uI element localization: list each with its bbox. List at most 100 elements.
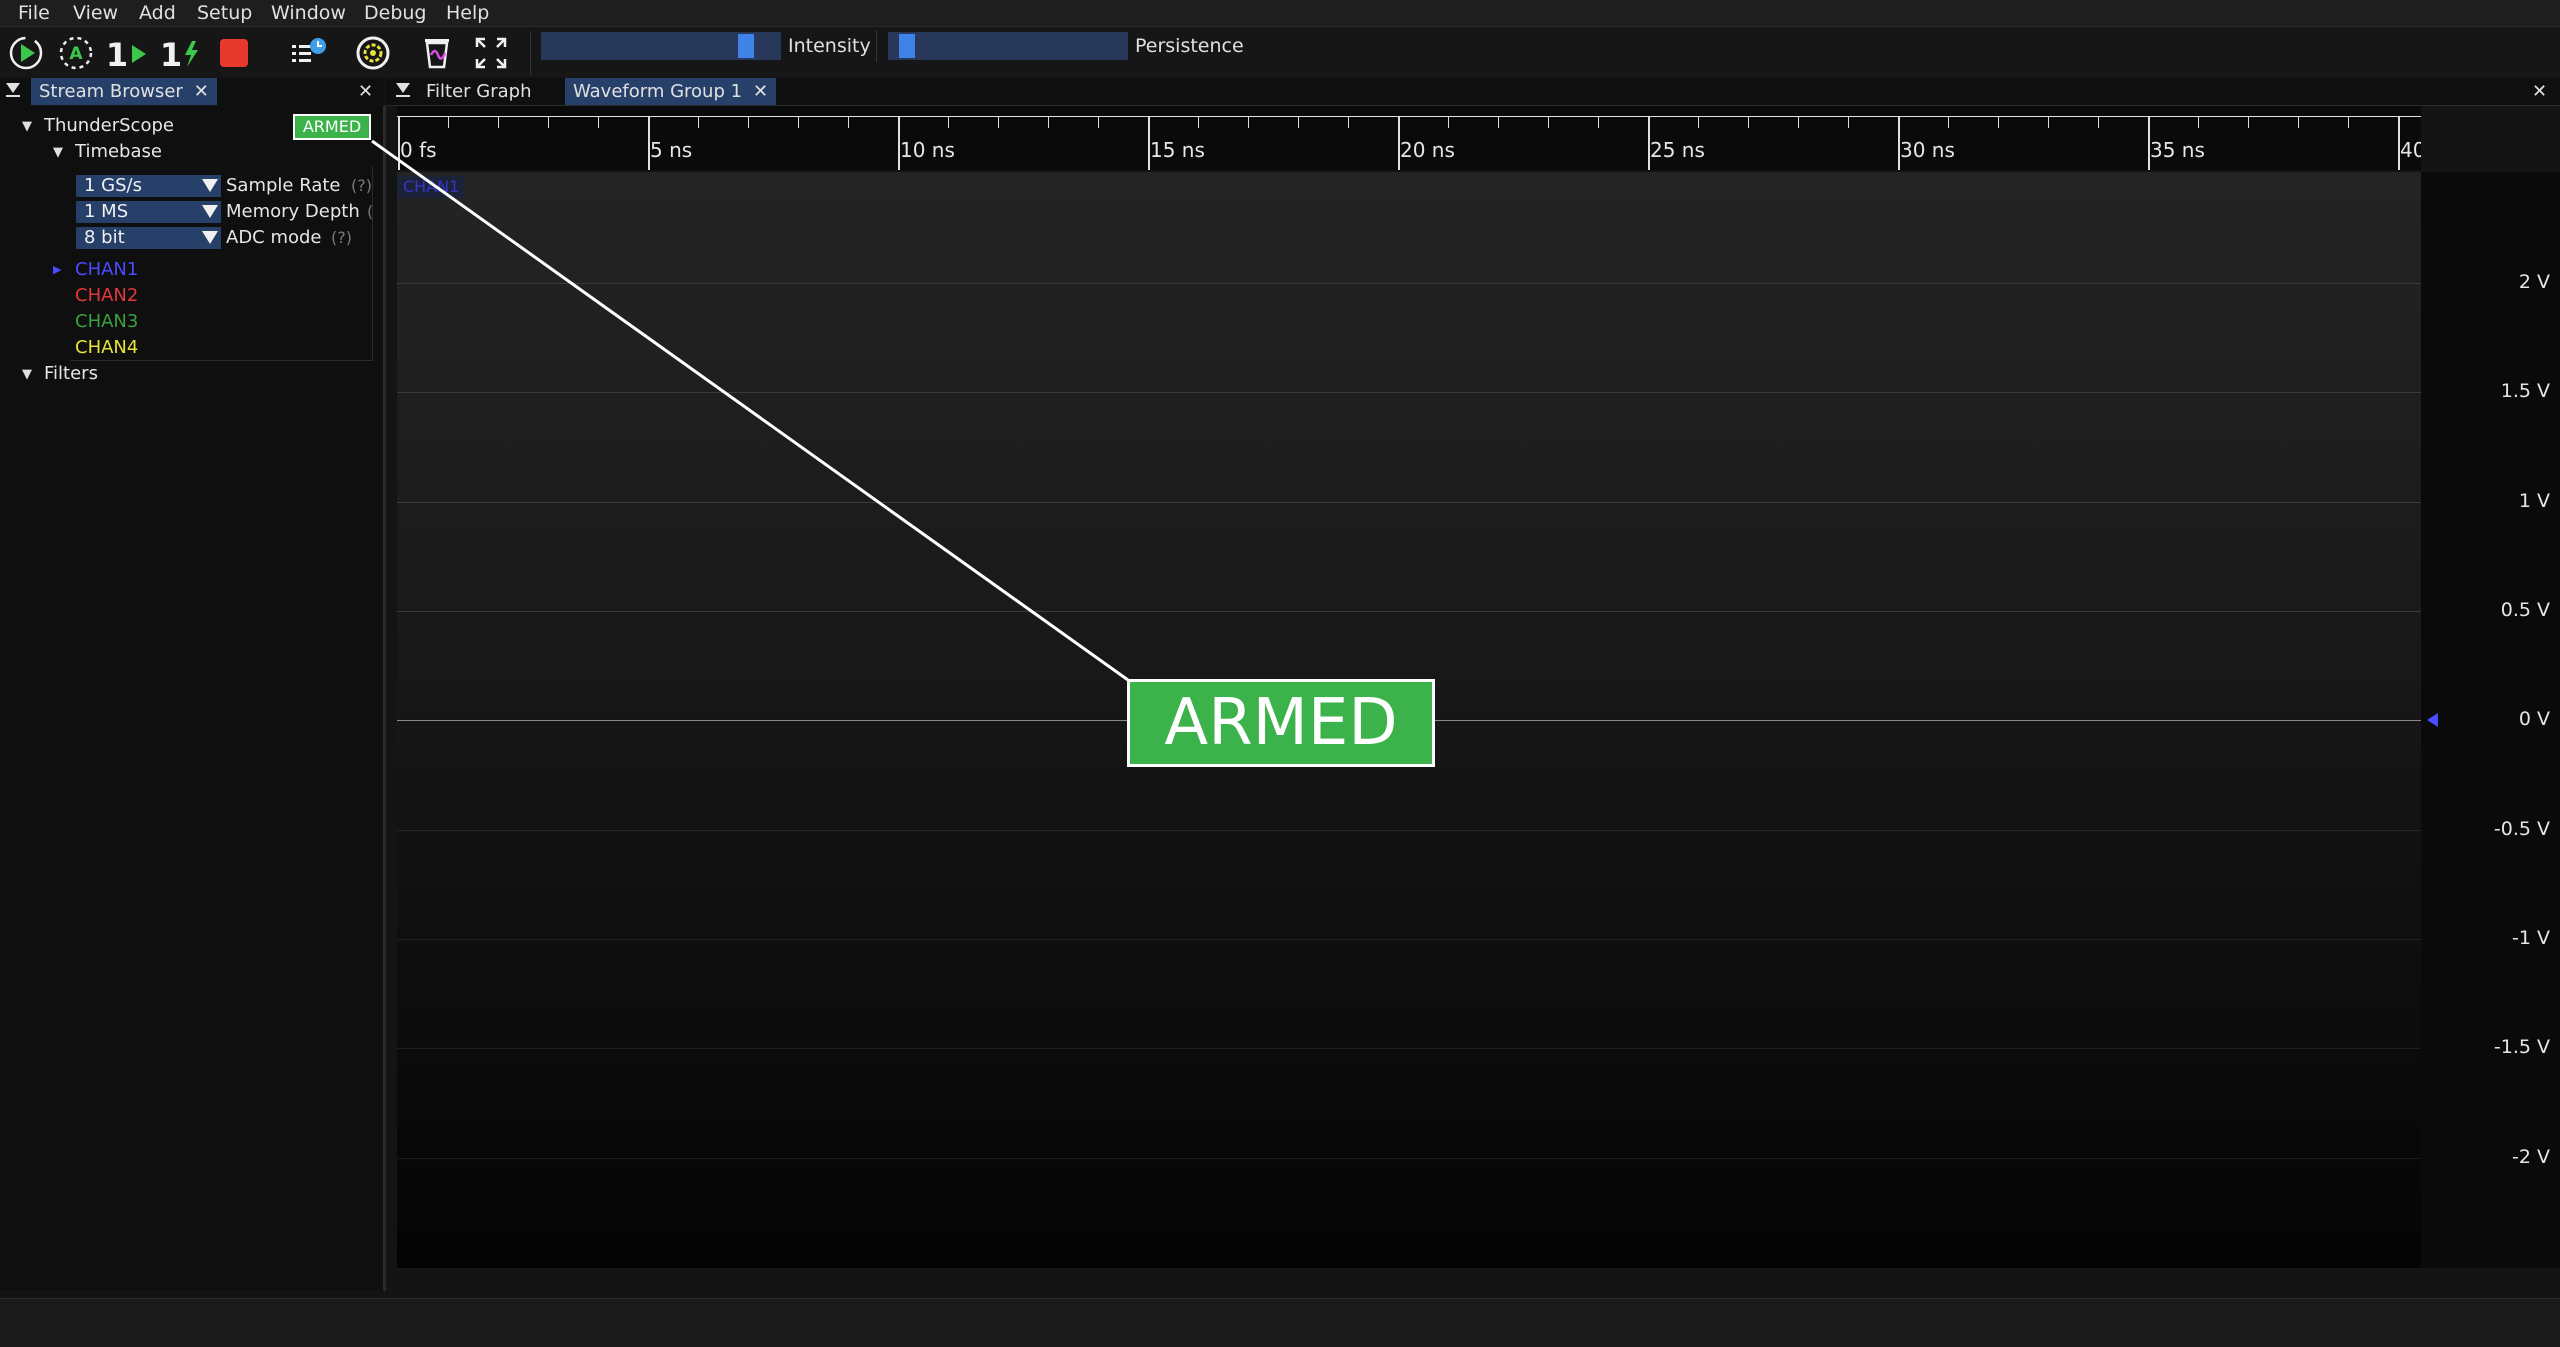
grid-line — [397, 939, 2421, 940]
persistence-slider[interactable] — [888, 32, 1128, 60]
volt-tick-label: 1 V — [2518, 490, 2550, 512]
channel-chan4[interactable]: CHAN4 — [75, 336, 138, 360]
timebase-node[interactable]: Timebase — [75, 140, 162, 164]
armed-badge: ARMED — [293, 114, 371, 140]
adc-mode-select[interactable]: 8 bit — [76, 227, 221, 249]
stop-icon — [220, 39, 248, 67]
voltage-axis[interactable]: 2 V 1.5 V 1 V 0.5 V 0 V -0.5 V -1 V -1.5… — [2421, 172, 2560, 1268]
volt-tick-label: 0 V — [2518, 708, 2550, 730]
collapse-icon[interactable]: ▼ — [22, 367, 32, 382]
memory-depth-value: 1 MS — [84, 201, 129, 222]
time-minor-tick — [2298, 116, 2299, 128]
menu-view[interactable]: View — [73, 0, 118, 26]
time-minor-tick — [1698, 116, 1699, 128]
time-minor-tick — [1048, 116, 1049, 128]
help-icon[interactable]: (?) — [331, 227, 352, 249]
toolbar-divider — [530, 31, 531, 75]
instrument-name[interactable]: ThunderScope — [44, 114, 174, 138]
time-axis-line — [397, 116, 2421, 117]
tab-filter-graph[interactable]: Filter Graph — [418, 78, 540, 105]
time-minor-tick — [548, 116, 549, 128]
time-minor-tick — [1948, 116, 1949, 128]
close-icon[interactable]: ✕ — [194, 78, 209, 105]
armed-overlay: ARMED — [1127, 679, 1435, 767]
sample-rate-select[interactable]: 1 GS/s — [76, 175, 221, 197]
time-minor-tick — [1548, 116, 1549, 128]
svg-text:A: A — [69, 44, 83, 64]
tab-menu-icon[interactable] — [6, 83, 20, 93]
time-minor-tick — [948, 116, 949, 128]
force-trigger-button[interactable]: 1 — [158, 27, 208, 79]
close-panel-icon[interactable]: ✕ — [358, 78, 373, 105]
time-minor-tick — [498, 116, 499, 128]
grid-line — [397, 1158, 2421, 1159]
history-icon — [292, 38, 326, 62]
time-minor-tick — [1098, 116, 1099, 128]
gear-icon — [356, 36, 390, 70]
panel-splitter[interactable] — [383, 106, 386, 1291]
auto-trigger-button[interactable]: A — [54, 27, 98, 79]
run-trigger-button[interactable] — [4, 27, 48, 79]
help-icon[interactable]: (?) — [351, 175, 372, 197]
filters-node[interactable]: Filters — [44, 362, 98, 386]
channel-chan1[interactable]: CHAN1 — [75, 258, 138, 282]
grid-line — [397, 283, 2421, 284]
stream-browser-panel: ▼ ThunderScope ARMED ▼ Timebase 1 GS/s S… — [0, 106, 384, 1291]
stop-button[interactable] — [214, 27, 254, 79]
time-minor-tick — [698, 116, 699, 128]
time-minor-tick — [1598, 116, 1599, 128]
time-minor-tick — [1198, 116, 1199, 128]
dropdown-arrow-icon — [202, 205, 218, 218]
tab-menu-icon — [396, 95, 410, 97]
grid-line — [397, 502, 2421, 503]
memory-depth-label: Memory Depth — [226, 201, 360, 222]
grid-line — [397, 611, 2421, 612]
time-minor-tick — [1248, 116, 1249, 128]
left-tab-bar: Stream Browser ✕ ✕ — [0, 78, 384, 105]
close-panel-icon[interactable]: ✕ — [2532, 78, 2547, 105]
clear-sweeps-button[interactable] — [414, 27, 460, 79]
channel-chan3[interactable]: CHAN3 — [75, 310, 138, 334]
adc-mode-value: 8 bit — [84, 227, 125, 248]
time-minor-tick — [748, 116, 749, 128]
tab-stream-browser[interactable]: Stream Browser ✕ — [31, 78, 217, 105]
menu-help[interactable]: Help — [446, 0, 489, 26]
fullscreen-button[interactable] — [468, 27, 514, 79]
menu-window[interactable]: Window — [271, 0, 346, 26]
single-trigger-button[interactable]: 1 — [104, 27, 154, 79]
collapse-icon[interactable]: ▼ — [53, 145, 63, 160]
history-button[interactable] — [286, 27, 332, 79]
memory-depth-select[interactable]: 1 MS — [76, 201, 221, 223]
tab-waveform-group[interactable]: Waveform Group 1 ✕ — [565, 78, 777, 105]
menu-debug[interactable]: Debug — [364, 0, 426, 26]
close-icon[interactable]: ✕ — [753, 78, 768, 105]
intensity-label: Intensity — [788, 35, 871, 57]
grid-line — [397, 1048, 2421, 1049]
time-minor-tick — [1748, 116, 1749, 128]
chan1-offset-marker[interactable] — [2427, 713, 2438, 727]
time-tick-label: 30 ns — [1900, 138, 1955, 162]
menu-file[interactable]: File — [18, 0, 50, 26]
channel-label-chan1[interactable]: CHAN1 — [397, 176, 466, 198]
collapse-icon[interactable]: ▼ — [22, 119, 32, 134]
menu-add[interactable]: Add — [139, 0, 176, 26]
time-minor-tick — [1298, 116, 1299, 128]
help-icon[interactable]: ( — [367, 201, 373, 223]
intensity-slider[interactable] — [541, 32, 781, 60]
tab-menu-icon[interactable] — [396, 83, 410, 93]
time-tick-label: 15 ns — [1150, 138, 1205, 162]
menu-setup[interactable]: Setup — [197, 0, 252, 26]
expand-icon[interactable]: ▶ — [53, 263, 61, 276]
trigger-settings-button[interactable] — [350, 27, 396, 79]
volt-tick-label: 1.5 V — [2500, 380, 2550, 402]
time-tick-label: 10 ns — [900, 138, 955, 162]
right-tab-bar: Filter Graph Waveform Group 1 ✕ ✕ — [386, 78, 2560, 105]
persistence-label: Persistence — [1135, 35, 1244, 57]
time-minor-tick — [2098, 116, 2099, 128]
persistence-slider-handle[interactable] — [899, 34, 915, 58]
intensity-slider-handle[interactable] — [738, 34, 754, 58]
time-tick-label: 5 ns — [650, 138, 693, 162]
time-axis[interactable]: 0 fs 5 ns 10 ns 15 ns 20 ns 25 ns 30 ns … — [397, 106, 2421, 170]
toolbar-divider — [876, 30, 877, 62]
channel-chan2[interactable]: CHAN2 — [75, 284, 138, 308]
